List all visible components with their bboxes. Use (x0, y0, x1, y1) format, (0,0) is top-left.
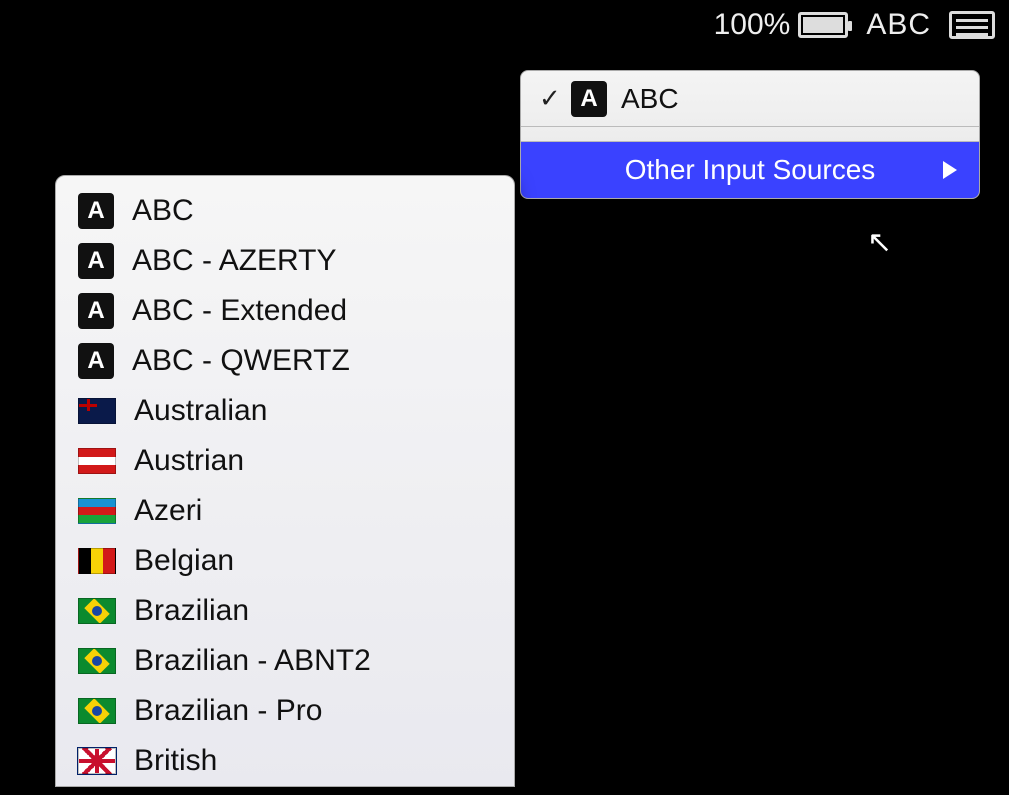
battery-icon (798, 12, 848, 38)
input-source-item[interactable]: Australian (56, 386, 514, 436)
battery-status[interactable]: 100% (714, 8, 849, 42)
submenu-arrow-icon (943, 161, 957, 179)
a-icon: A (78, 193, 114, 229)
menu-spacer (521, 127, 979, 141)
flag-azeri-icon (78, 498, 116, 524)
input-source-label: ABC - Extended (132, 294, 347, 328)
input-source-item[interactable]: A ABC - QWERTZ (56, 336, 514, 386)
other-input-sources-label: Other Input Sources (625, 154, 876, 186)
input-source-label: ABC - AZERTY (132, 244, 337, 278)
keyboard-icon[interactable] (949, 11, 995, 39)
input-source-item[interactable]: Brazilian - ABNT2 (56, 636, 514, 686)
input-source-label: Austrian (134, 444, 244, 478)
input-source-item[interactable]: Brazilian (56, 586, 514, 636)
flag-brazil-icon (78, 698, 116, 724)
input-source-label: Brazilian - Pro (134, 694, 322, 728)
input-source-indicator[interactable]: ABC (866, 8, 931, 42)
input-source-item[interactable]: Austrian (56, 436, 514, 486)
flag-belgium-icon (78, 548, 116, 574)
input-source-item[interactable]: British (56, 736, 514, 786)
other-input-sources-row[interactable]: Other Input Sources (521, 142, 979, 198)
input-source-label: Azeri (134, 494, 202, 528)
a-icon: A (571, 81, 607, 117)
input-source-item[interactable]: A ABC (56, 186, 514, 236)
a-icon: A (78, 243, 114, 279)
input-source-label: Australian (134, 394, 267, 428)
current-input-source-label: ABC (621, 83, 679, 115)
input-source-item[interactable]: A ABC - AZERTY (56, 236, 514, 286)
input-sources-submenu: A ABC A ABC - AZERTY A ABC - Extended A ABC - Q… (55, 175, 515, 787)
input-source-label: ABC (132, 194, 194, 228)
input-source-label: Brazilian - ABNT2 (134, 644, 371, 678)
flag-austria-icon (78, 448, 116, 474)
input-source-label: ABC - QWERTZ (132, 344, 350, 378)
input-source-item[interactable]: Belgian (56, 536, 514, 586)
input-source-menu: ✓ A ABC Other Input Sources (520, 70, 980, 199)
menubar: 100% ABC (714, 8, 995, 42)
input-source-label: Brazilian (134, 594, 249, 628)
input-source-item[interactable]: Azeri (56, 486, 514, 536)
flag-brazil-icon (78, 598, 116, 624)
a-icon: A (78, 293, 114, 329)
flag-aus-icon (78, 398, 116, 424)
input-source-label: British (134, 744, 217, 778)
current-input-source-row[interactable]: ✓ A ABC (521, 71, 979, 127)
input-source-label: Belgian (134, 544, 234, 578)
mouse-cursor-icon: ↖ (867, 225, 892, 260)
flag-brazil-icon (78, 648, 116, 674)
input-source-item[interactable]: Brazilian - Pro (56, 686, 514, 736)
a-icon: A (78, 343, 114, 379)
checkmark-icon: ✓ (539, 83, 557, 114)
flag-uk-icon (78, 748, 116, 774)
input-source-item[interactable]: A ABC - Extended (56, 286, 514, 336)
battery-percentage: 100% (714, 8, 791, 42)
